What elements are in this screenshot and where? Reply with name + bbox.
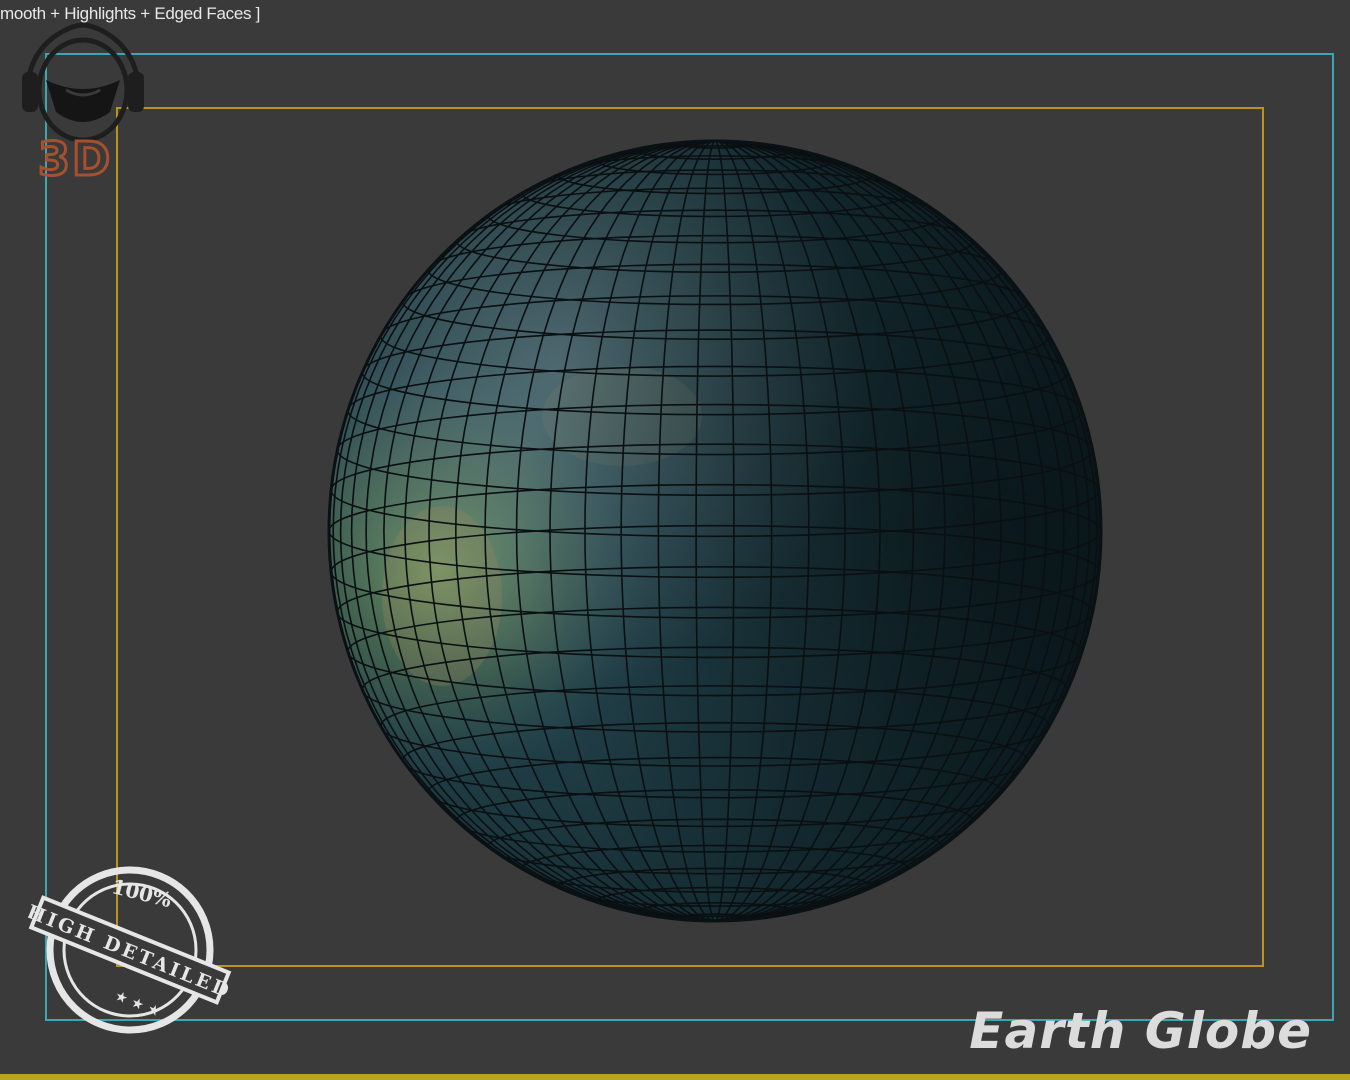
high-detailed-stamp: HIGH DETAILED 100% ★ ★ ★ — [28, 866, 233, 1034]
model-title: Earth Globe — [969, 1002, 1312, 1060]
earth-globe-mesh[interactable] — [322, 136, 1108, 926]
logo-3d-text: 3D — [36, 131, 113, 188]
viewport[interactable]: mooth + Highlights + Edged Faces ] 3D HI… — [0, 0, 1350, 1080]
viewport-bottom-border — [0, 1074, 1350, 1080]
